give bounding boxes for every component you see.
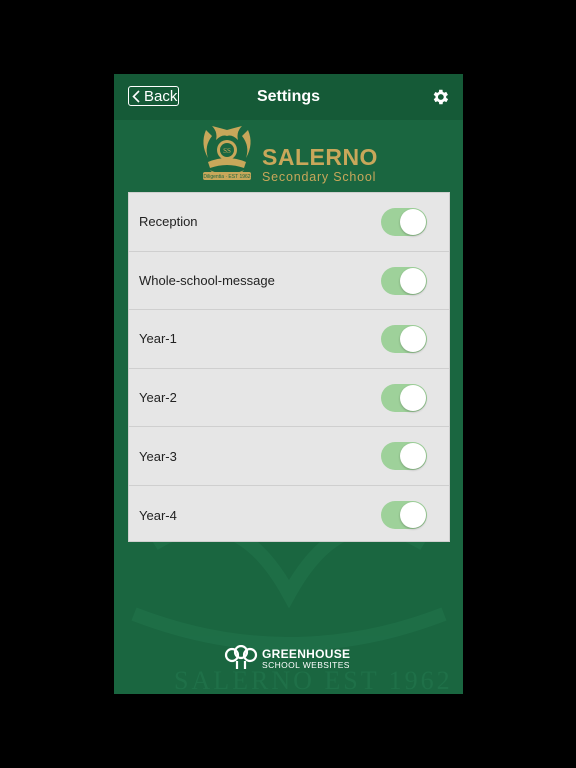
school-subtitle: Secondary School <box>262 170 377 184</box>
year-4-toggle[interactable] <box>381 500 427 529</box>
toggle-knob <box>400 384 426 411</box>
svg-text:SS: SS <box>223 147 231 155</box>
settings-row-label: Year-4 <box>139 507 177 523</box>
settings-row-label: Whole-school-message <box>139 272 275 288</box>
settings-row-year-3: Year-3 <box>129 427 449 486</box>
toggle-knob <box>400 501 426 528</box>
whole-school-message-toggle[interactable] <box>381 266 427 295</box>
settings-row-year-2: Year-2 <box>129 369 449 428</box>
toggle-knob <box>400 209 426 235</box>
navigation-bar: Back Settings <box>114 74 463 120</box>
page-title: Settings <box>256 88 321 105</box>
reception-toggle[interactable] <box>381 208 427 236</box>
settings-row-whole-school-message: Whole-school-message <box>129 252 449 311</box>
settings-row-year-4: Year-4 <box>129 486 449 545</box>
crest-motto: Diligentia · EST 1962 <box>203 174 250 180</box>
greenhouse-logo-icon <box>224 645 258 669</box>
toggle-knob <box>400 267 426 294</box>
year-3-toggle[interactable] <box>381 442 427 471</box>
school-crest-icon: SS Diligentia · EST 1962 <box>203 126 251 180</box>
notification-settings-list: Reception Whole-school-message Year-1 Ye… <box>128 192 450 542</box>
settings-row-reception: Reception <box>129 193 449 252</box>
footer-brand-line2: SCHOOL WEBSITES <box>262 660 350 670</box>
year-1-toggle[interactable] <box>381 325 427 354</box>
school-logo: SS Diligentia · EST 1962 SALERNO Seconda… <box>198 124 388 186</box>
gear-icon[interactable] <box>430 87 450 107</box>
toggle-knob <box>400 443 426 470</box>
toggle-knob <box>400 326 426 353</box>
settings-row-label: Year-2 <box>139 390 177 406</box>
footer-brand-line1: GREENHOUSE <box>262 647 351 661</box>
settings-row-label: Year-3 <box>139 448 177 464</box>
app-screen: SALERNO EST 1962 Back Settings SS Dilige… <box>114 74 463 694</box>
settings-row-label: Reception <box>139 214 198 230</box>
year-2-toggle[interactable] <box>381 383 427 412</box>
settings-row-year-1: Year-1 <box>129 310 449 369</box>
greenhouse-footer-logo[interactable]: GREENHOUSE SCHOOL WEBSITES <box>224 644 354 672</box>
school-name: SALERNO <box>262 144 378 170</box>
settings-row-label: Year-1 <box>139 331 177 347</box>
